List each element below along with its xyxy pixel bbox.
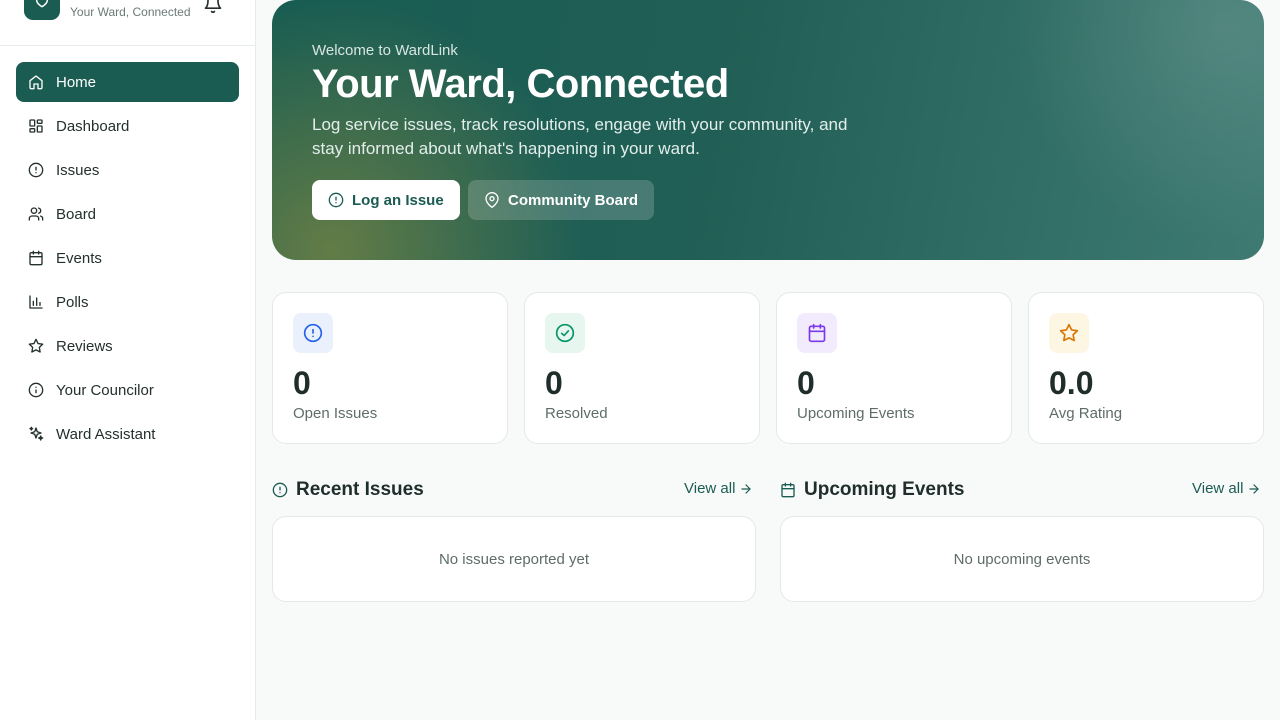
sidebar-item-label: Issues	[56, 161, 100, 179]
home-icon	[28, 74, 44, 90]
sidebar-item-home[interactable]: Home	[16, 62, 239, 102]
brand-logo[interactable]	[24, 0, 60, 20]
brand-tagline: Your Ward, Connected	[70, 5, 191, 19]
stat-label: Upcoming Events	[797, 405, 915, 422]
users-icon	[28, 206, 44, 222]
stat-label: Resolved	[545, 405, 608, 422]
alert-circle-icon	[303, 323, 323, 343]
shield-icon	[35, 0, 49, 8]
notifications-button[interactable]	[203, 0, 223, 14]
sidebar-nav: Home Dashboard Issues Board Events Polls	[16, 62, 239, 458]
arrow-right-icon	[741, 483, 752, 494]
bar-chart-icon	[28, 294, 44, 310]
hero-title: Your Ward, Connected	[312, 62, 729, 106]
view-all-label: View all	[684, 480, 736, 497]
upcoming-events-title: Upcoming Events	[804, 479, 965, 500]
stat-badge	[545, 313, 585, 353]
sidebar: Your Ward, Connected Home Dashboard Issu…	[0, 0, 256, 720]
upcoming-events-empty-text: No upcoming events	[953, 550, 1091, 568]
stat-value: 0	[293, 365, 311, 401]
stat-label: Open Issues	[293, 405, 378, 422]
hero-banner: Welcome to WardLink Your Ward, Connected…	[272, 0, 1264, 260]
sidebar-item-ward-assistant[interactable]: Ward Assistant	[16, 414, 239, 454]
community-board-label: Community Board	[508, 191, 639, 209]
recent-issues-view-all-link[interactable]: View all	[684, 480, 753, 497]
stat-card-upcoming-events[interactable]: 0 Upcoming Events	[776, 292, 1012, 444]
info-icon	[28, 382, 44, 398]
sidebar-item-label: Reviews	[56, 337, 113, 355]
stat-badge	[293, 313, 333, 353]
stat-badge	[1049, 313, 1089, 353]
check-circle-icon	[555, 323, 575, 343]
hero-description: Log service issues, track resolutions, e…	[312, 115, 848, 158]
star-icon	[1059, 323, 1079, 342]
stat-card-resolved[interactable]: 0 Resolved	[524, 292, 760, 444]
alert-circle-icon	[328, 192, 344, 208]
sidebar-item-label: Dashboard	[56, 117, 130, 135]
stat-value: 0	[545, 365, 563, 401]
sidebar-item-reviews[interactable]: Reviews	[16, 326, 239, 366]
arrow-right-icon	[1249, 483, 1260, 494]
sidebar-item-events[interactable]: Events	[16, 238, 239, 278]
map-pin-icon	[485, 192, 499, 208]
sidebar-item-polls[interactable]: Polls	[16, 282, 239, 322]
sidebar-item-label: Home	[56, 73, 97, 91]
sidebar-item-label: Your Councilor	[56, 381, 154, 399]
stat-card-avg-rating[interactable]: 0.0 Avg Rating	[1028, 292, 1264, 444]
stat-label: Avg Rating	[1049, 405, 1123, 422]
calendar-icon	[808, 323, 826, 343]
upcoming-events-header: Upcoming Events	[780, 478, 964, 502]
recent-issues-empty-state: No issues reported yet	[272, 516, 756, 602]
brand-header: Your Ward, Connected	[0, 0, 255, 46]
hero-eyebrow: Welcome to WardLink	[312, 42, 458, 59]
sparkle-icon	[28, 426, 44, 442]
sidebar-item-label: Ward Assistant	[56, 425, 156, 443]
stat-value: 0.0	[1049, 365, 1094, 401]
recent-issues-empty-text: No issues reported yet	[438, 550, 590, 568]
upcoming-events-empty-state: No upcoming events	[780, 516, 1264, 602]
sidebar-item-label: Board	[56, 205, 97, 223]
log-issue-label: Log an Issue	[352, 191, 444, 209]
bell-icon	[204, 0, 222, 14]
calendar-icon	[28, 250, 44, 266]
sidebar-item-your-councilor[interactable]: Your Councilor	[16, 370, 239, 410]
recent-issues-header: Recent Issues	[272, 478, 424, 502]
sidebar-item-label: Polls	[56, 293, 89, 311]
alert-circle-icon	[272, 482, 288, 498]
view-all-label: View all	[1192, 480, 1244, 497]
stat-value: 0	[797, 365, 815, 401]
stat-badge	[797, 313, 837, 353]
star-icon	[28, 338, 44, 354]
recent-issues-title: Recent Issues	[296, 479, 424, 500]
sidebar-item-dashboard[interactable]: Dashboard	[16, 106, 239, 146]
sidebar-item-label: Events	[56, 249, 102, 267]
community-board-button[interactable]: Community Board	[468, 180, 655, 220]
log-issue-button[interactable]: Log an Issue	[312, 180, 460, 220]
calendar-icon	[781, 482, 795, 498]
app-root: Your Ward, Connected Home Dashboard Issu…	[0, 0, 1280, 720]
dashboard-icon	[28, 118, 44, 134]
alert-circle-icon	[28, 162, 44, 178]
upcoming-events-view-all-link[interactable]: View all	[1192, 480, 1261, 497]
stat-card-open-issues[interactable]: 0 Open Issues	[272, 292, 508, 444]
sidebar-item-board[interactable]: Board	[16, 194, 239, 234]
sidebar-item-issues[interactable]: Issues	[16, 150, 239, 190]
